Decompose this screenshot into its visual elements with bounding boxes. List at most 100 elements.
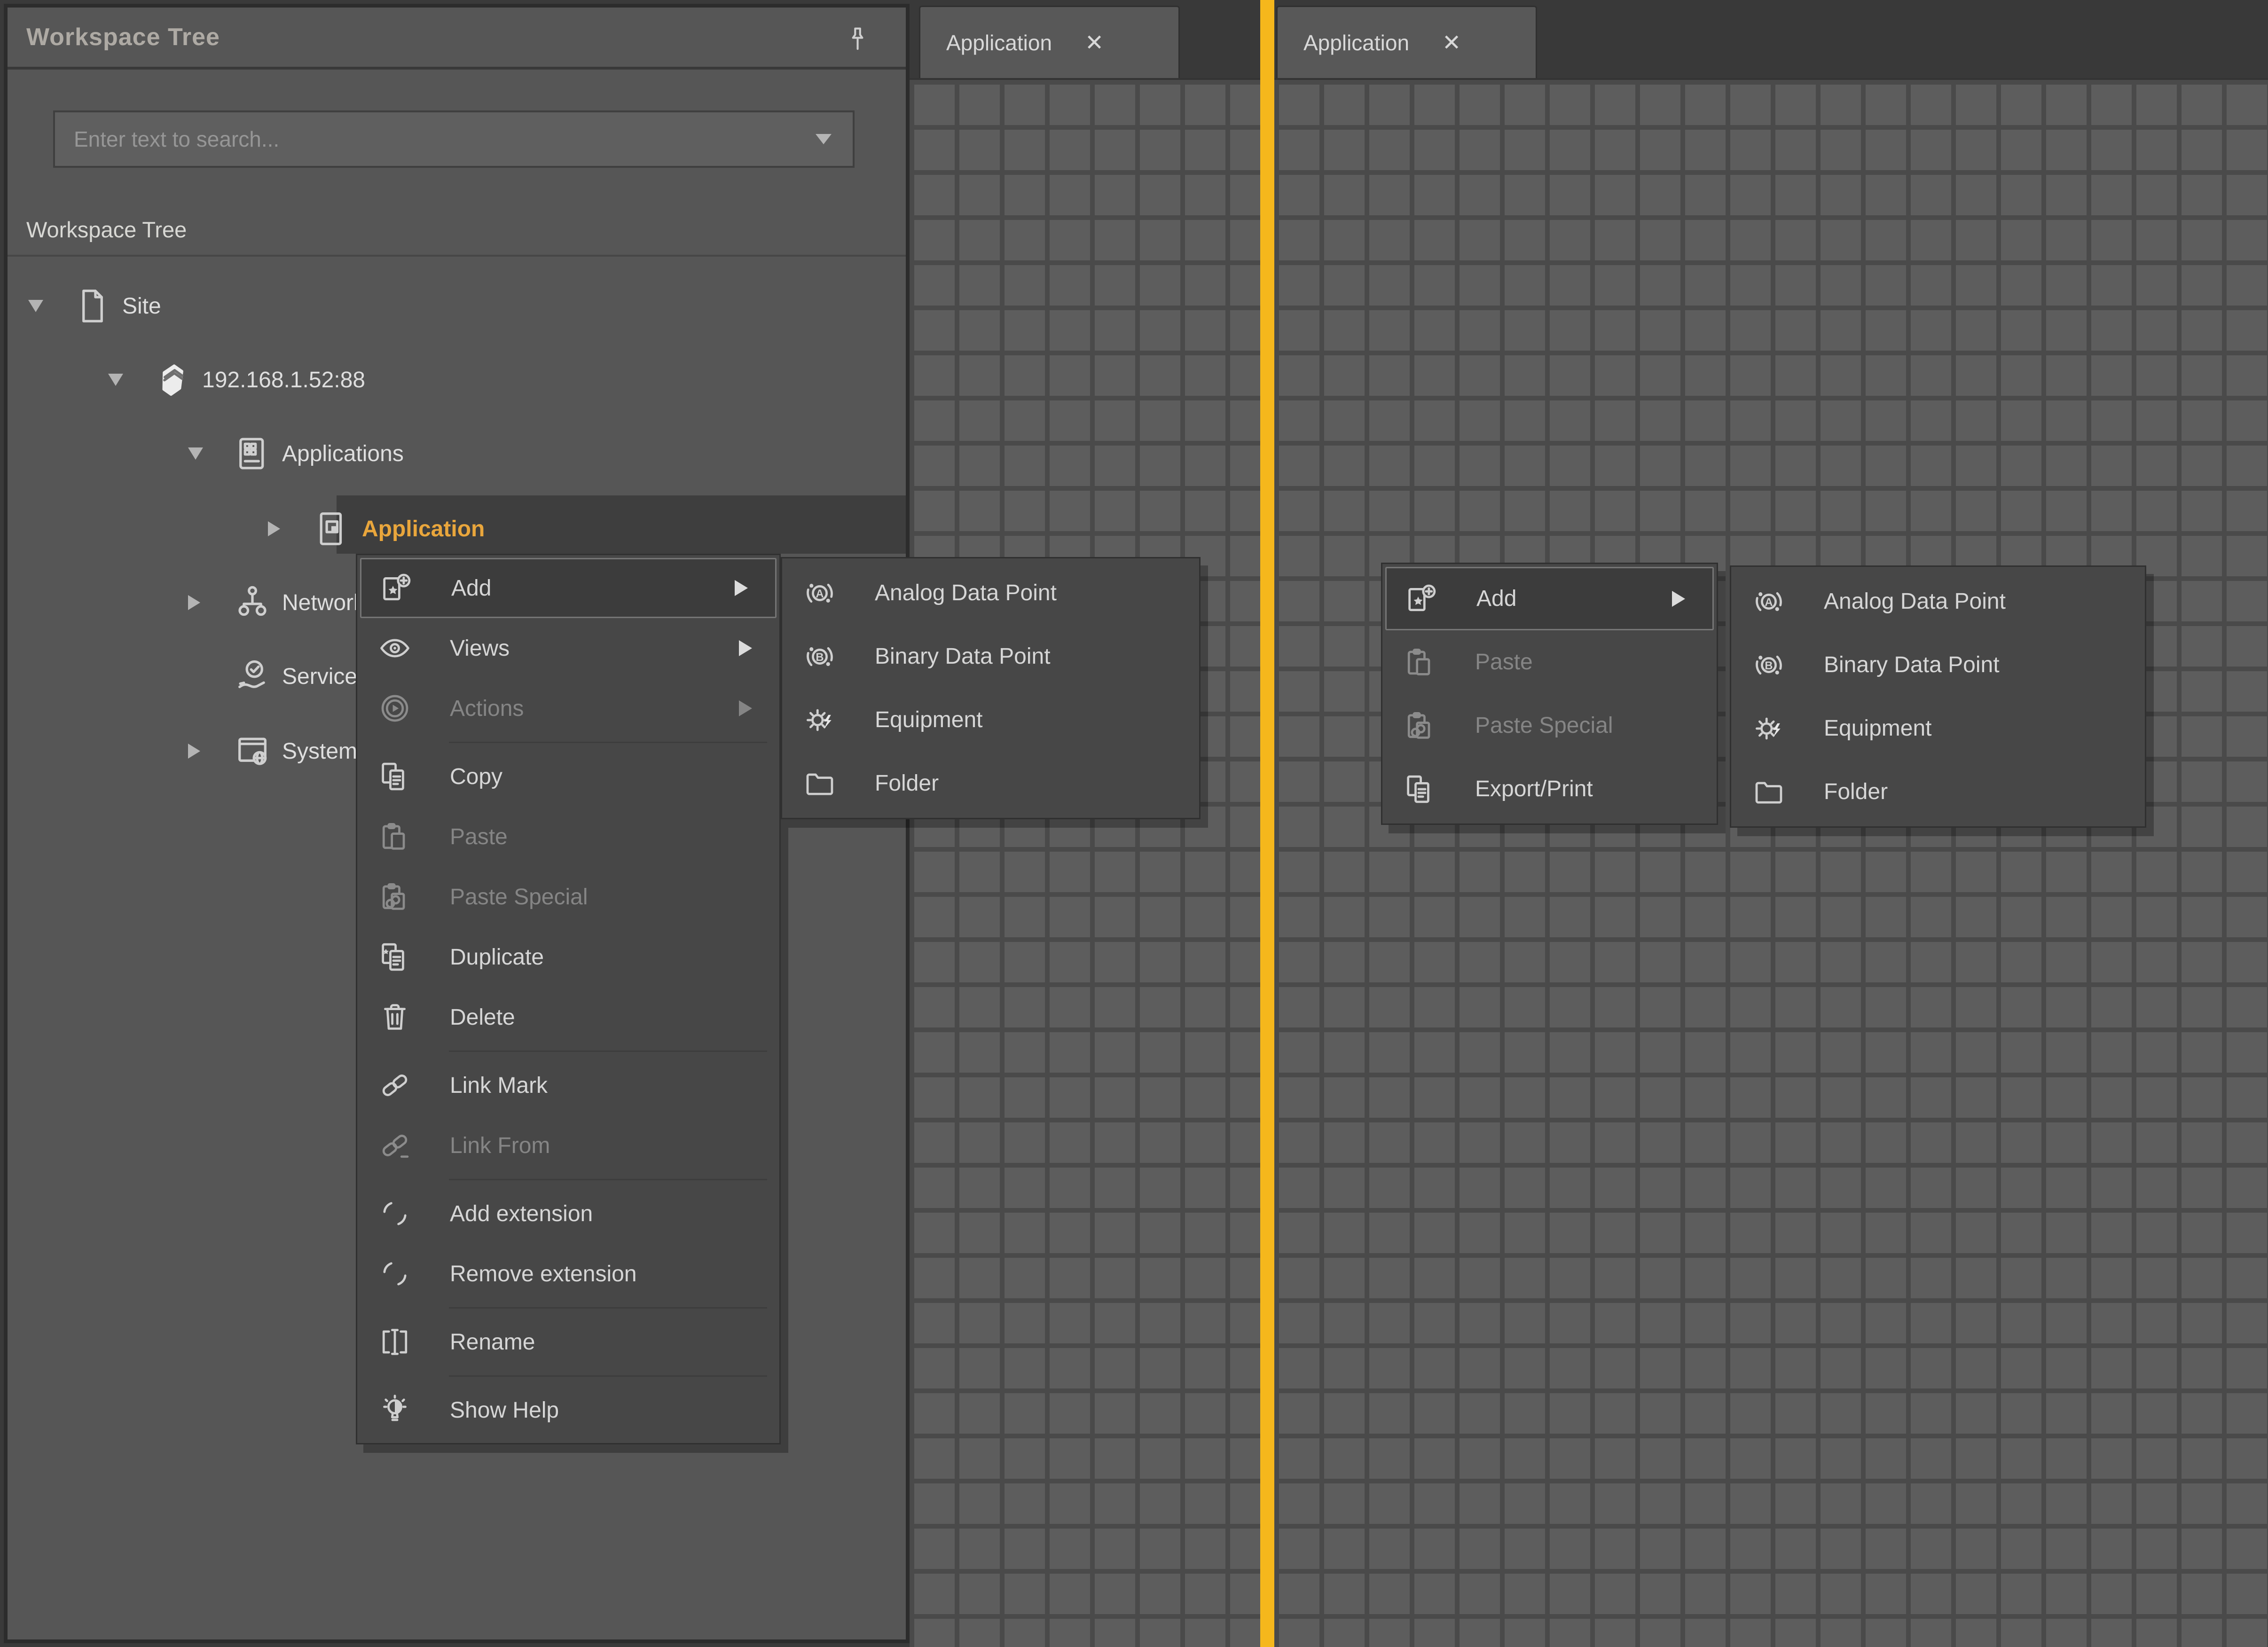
submenu-add-right: A Analog Data Point B Binary Data Point … — [1730, 565, 2146, 828]
menu-item-label: Equipment — [875, 707, 982, 733]
remove-extension-icon — [377, 1256, 413, 1292]
search-dropdown-icon[interactable] — [816, 134, 832, 144]
close-icon[interactable]: ✕ — [1085, 30, 1104, 56]
tab-application-left[interactable]: Application ✕ — [919, 6, 1180, 78]
views-icon — [377, 630, 413, 666]
tab-label: Application — [946, 30, 1052, 55]
tree-item-site[interactable]: Site — [28, 281, 161, 331]
panel-title: Workspace Tree — [26, 23, 220, 51]
rename-icon — [377, 1324, 413, 1360]
tab-application-right[interactable]: Application ✕ — [1276, 6, 1537, 78]
menu-item-copy[interactable]: Copy — [357, 746, 779, 807]
menu-item-paste-special[interactable]: Paste Special — [1382, 694, 1717, 757]
wiresheet-canvas-right[interactable] — [1274, 78, 2268, 1647]
pin-icon[interactable] — [842, 20, 873, 59]
menu-item-label: Folder — [875, 770, 939, 796]
tree-item-services[interactable]: Services — [188, 651, 369, 702]
application-icon — [313, 509, 362, 549]
tree-item-system[interactable]: System — [188, 726, 357, 776]
menu-item-duplicate[interactable]: Duplicate — [357, 927, 779, 987]
expander-right-icon[interactable] — [188, 744, 233, 759]
delete-icon — [377, 999, 413, 1035]
menu-item-label: Binary Data Point — [875, 643, 1051, 669]
wiresheet-canvas-left[interactable] — [910, 78, 1263, 1647]
menu-item-folder[interactable]: Folder — [782, 752, 1199, 815]
menu-separator — [449, 1179, 767, 1180]
submenu-arrow-icon — [739, 640, 752, 656]
paste-icon — [377, 819, 413, 855]
menu-item-remove-extension[interactable]: Remove extension — [357, 1244, 779, 1304]
menu-item-label: Views — [450, 635, 510, 661]
document-icon — [73, 286, 122, 326]
menu-item-binary-data-point[interactable]: B Binary Data Point — [1731, 633, 2145, 697]
add-extension-icon — [377, 1196, 413, 1231]
menu-item-label: Analog Data Point — [1824, 588, 2006, 614]
menu-item-export-print[interactable]: Export/Print — [1382, 757, 1717, 821]
tree-item-label: System — [282, 738, 357, 764]
menu-item-label: Actions — [450, 696, 524, 722]
controller-icon — [153, 360, 202, 400]
menu-item-actions[interactable]: Actions — [357, 678, 779, 738]
menu-item-folder[interactable]: Folder — [1731, 760, 2145, 824]
expander-down-icon[interactable] — [108, 374, 153, 386]
menu-item-label: Equipment — [1824, 715, 1931, 741]
paste-special-icon — [377, 879, 413, 915]
menu-item-delete[interactable]: Delete — [357, 987, 779, 1047]
tree-item-application[interactable]: Application — [268, 503, 485, 554]
menu-item-binary-data-point[interactable]: B Binary Data Point — [782, 625, 1199, 688]
add-icon — [1404, 581, 1439, 617]
menu-item-add-extension[interactable]: Add extension — [357, 1184, 779, 1244]
svg-text:A: A — [1765, 596, 1773, 608]
tree-item-applications[interactable]: Applications — [188, 428, 404, 479]
submenu-add-left: A Analog Data Point B Binary Data Point … — [781, 557, 1201, 819]
menu-item-analog-data-point[interactable]: A Analog Data Point — [1731, 570, 2145, 633]
menu-item-label: Add extension — [450, 1201, 593, 1227]
menu-item-rename[interactable]: Rename — [357, 1312, 779, 1372]
close-icon[interactable]: ✕ — [1442, 30, 1461, 56]
menu-item-label: Link From — [450, 1133, 550, 1159]
context-menu-right: Add Paste Paste Special — [1381, 563, 1718, 825]
applications-icon — [233, 434, 282, 473]
analog-data-point-icon: A — [1751, 584, 1787, 620]
binary-data-point-icon: B — [802, 639, 838, 674]
search-input[interactable] — [55, 126, 816, 152]
tree-item-label: Network — [282, 590, 365, 616]
expander-right-icon[interactable] — [268, 521, 313, 536]
tree-item-controller[interactable]: 192.168.1.52:88 — [108, 354, 365, 405]
svg-text:A: A — [816, 587, 824, 600]
submenu-arrow-icon — [739, 700, 752, 716]
menu-item-paste[interactable]: Paste — [357, 807, 779, 867]
link-mark-icon — [377, 1067, 413, 1103]
tree-item-network[interactable]: Network — [188, 577, 365, 628]
actions-icon — [377, 690, 413, 726]
menu-item-paste[interactable]: Paste — [1382, 630, 1717, 694]
menu-separator — [449, 742, 767, 743]
expander-down-icon[interactable] — [188, 447, 233, 460]
expander-right-icon[interactable] — [188, 595, 233, 610]
menu-item-add[interactable]: Add — [1385, 567, 1714, 630]
menu-item-analog-data-point[interactable]: A Analog Data Point — [782, 561, 1199, 625]
services-icon — [233, 657, 282, 696]
menu-separator — [449, 1307, 767, 1309]
menu-item-views[interactable]: Views — [357, 618, 779, 678]
menu-item-link-mark[interactable]: Link Mark — [357, 1055, 779, 1115]
menu-item-equipment[interactable]: Equipment — [782, 688, 1199, 752]
menu-item-show-help[interactable]: Show Help — [357, 1380, 779, 1440]
menu-item-label: Delete — [450, 1004, 515, 1030]
menu-item-label: Paste — [450, 824, 508, 850]
paste-special-icon — [1402, 708, 1438, 744]
menu-item-paste-special[interactable]: Paste Special — [357, 867, 779, 927]
menu-item-label: Rename — [450, 1329, 535, 1355]
app-window: Workspace Tree Workspace Tree Site — [0, 0, 2268, 1647]
menu-item-equipment[interactable]: Equipment — [1731, 697, 2145, 760]
show-help-icon — [377, 1392, 413, 1428]
context-menu-left: Add Views Actions Copy — [356, 554, 781, 1444]
menu-item-label: Duplicate — [450, 944, 544, 970]
expander-down-icon[interactable] — [28, 300, 73, 312]
panel-divider[interactable] — [1260, 0, 1274, 1647]
menu-item-label: Paste Special — [1475, 713, 1613, 738]
copy-icon — [377, 759, 413, 794]
menu-item-label: Remove extension — [450, 1261, 637, 1287]
menu-item-link-from[interactable]: Link From — [357, 1115, 779, 1176]
menu-item-add[interactable]: Add — [360, 558, 777, 618]
